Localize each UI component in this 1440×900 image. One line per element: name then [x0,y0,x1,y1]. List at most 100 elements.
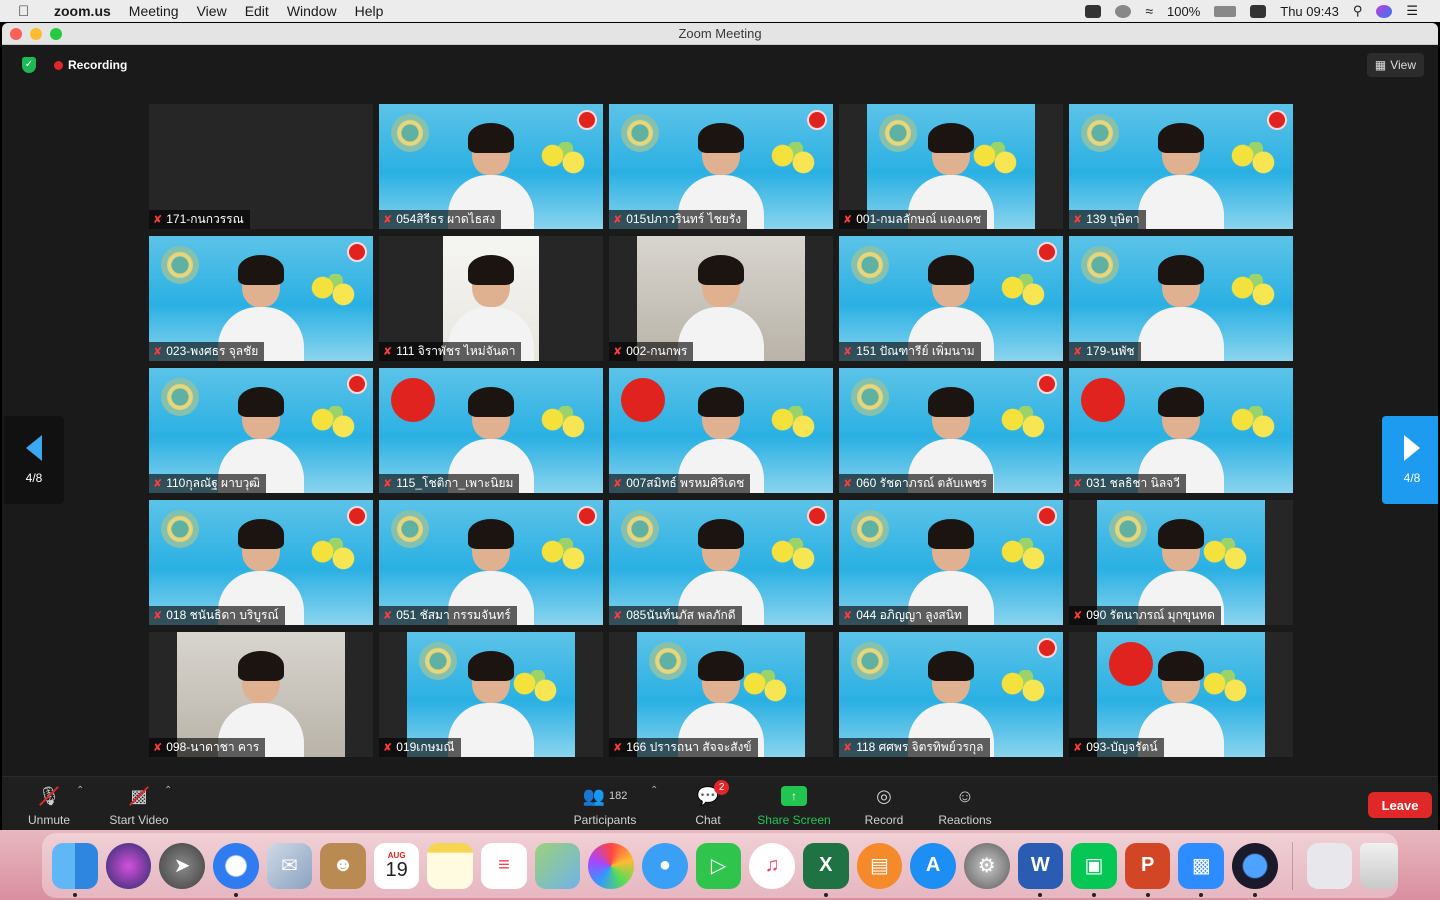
menu-help[interactable]: Help [355,3,384,19]
participant-tile[interactable]: ✘ 054สิรีธร ผาดไธสง [379,104,603,229]
menu-view[interactable]: View [197,3,227,19]
participant-tile[interactable]: ✘ 015ปภาวรินทร์ ไชยรัง [609,104,833,229]
downloads-icon[interactable] [1306,842,1353,889]
trash-icon[interactable] [1360,842,1399,889]
reminders-icon[interactable]: ≡ [481,842,527,889]
photos-icon[interactable] [588,842,635,889]
muted-microphone-icon: 🎙 [38,783,60,809]
menu-app-zoom[interactable]: zoom.us [54,3,111,19]
video-off-icon: ▩ [129,783,149,809]
safari-icon[interactable] [212,842,259,897]
muted-mic-icon: ✘ [1073,214,1083,226]
powerpoint-icon[interactable]: P [1124,842,1171,897]
participant-tile[interactable]: ✘ 007สมิทธ์ พรหมศิริเดช [609,368,833,493]
participant-tile[interactable]: ✘ 031 ชลธิชา นิลจวี [1069,368,1293,493]
finder-icon[interactable] [52,842,98,897]
siri-icon[interactable] [105,842,152,889]
gallery-view: ✘ 171-กนกวรรณ ✘ 054สิรีธร ผาดไธสง ✘ 015ปภาวริ… [149,104,1295,764]
participant-tile[interactable]: ✘ 111 จิราพัชร ไหม่จันดา [379,236,603,361]
participants-options-caret-icon[interactable]: ⌃ [650,785,658,796]
muted-mic-icon: ✘ [843,610,853,622]
participant-tile[interactable]: ✘ 118 ศศพร จิตรทิพย์วรกุล [839,632,1063,757]
participant-tile[interactable]: ✘ 051 ชัสมา กรรมจันทร์ [379,500,603,625]
participant-tile[interactable]: ✘ 166 ปรารถนา สัจจะสังข์ [609,632,833,757]
audio-options-caret-icon[interactable]: ⌃ [76,785,84,796]
start-video-label: Start Video [109,813,169,827]
flower-decoration [997,406,1049,440]
participant-tile[interactable]: ✘ 044 อภิญญา ลูงสนิท [839,500,1063,625]
previous-page-button[interactable]: 4/8 [4,416,64,504]
spotlight-search-icon[interactable]: ⚲ [1353,3,1363,19]
input-source-icon[interactable] [1250,4,1267,18]
menu-clock[interactable]: Thu 09:43 [1280,4,1339,19]
leave-button[interactable]: Leave [1368,792,1432,818]
control-center-icon[interactable]: ☰ [1406,3,1418,19]
settings-icon[interactable]: ⚙ [963,842,1010,889]
menu-edit[interactable]: Edit [245,3,269,19]
flower-decoration [537,142,589,176]
participant-tile[interactable]: ✘ 139 บุษิตา [1069,104,1293,229]
wifi-icon[interactable]: ≈ [1145,3,1153,19]
record-button[interactable]: ◎ Record [862,783,906,828]
battery-label: 100% [1167,3,1201,19]
chat-button[interactable]: 💬 2 Chat [690,780,730,827]
participant-tile[interactable]: ✘ 151 ปัณฑารีย์ เพิ่มนาม [839,236,1063,361]
quicktime-icon[interactable] [1232,842,1278,897]
participant-tile[interactable]: ✘ 115_โชติกา_เพาะนิยม [379,368,603,493]
battery-icon[interactable] [1214,5,1237,17]
view-button[interactable]: ▦ View [1366,53,1424,77]
muted-mic-icon: ✘ [383,478,393,490]
video-options-caret-icon[interactable]: ⌃ [164,785,172,796]
participant-tile[interactable]: ✘ 093-บัญจรัตน์ [1069,632,1293,757]
participant-name-label: ✘ 139 บุษิตา [1069,210,1146,229]
participant-tile[interactable]: ✘ 171-กนกวรรณ [149,104,373,229]
contacts-icon[interactable]: ☻ [320,842,366,889]
next-page-button[interactable]: 4/8 [1382,416,1438,504]
participant-tile[interactable]: ✘ 023-พงศธร จุลชัย [149,236,373,361]
facetime-icon[interactable]: ▷ [695,842,742,889]
menu-window[interactable]: Window [287,3,337,19]
participant-tile[interactable]: ✘ 090 รัตนาภรณ์ มุกขุนทด [1069,500,1293,625]
participant-tile[interactable]: ✘ 110กุลณัฐ ผาบวุฒิ [149,368,373,493]
participant-tile[interactable]: ✘ 098-นาดาชา คาร [149,632,373,757]
recording-indicator[interactable]: Recording [54,58,127,72]
participant-name: 139 บุษิตา [1086,212,1140,226]
participant-tile[interactable]: ✘ 179-นพัช [1069,236,1293,361]
participants-button[interactable]: 👥 182 Participants [568,783,642,828]
share-screen-button[interactable]: ↑ Share Screen [756,783,832,827]
books-icon[interactable]: ▤ [856,842,903,889]
unmute-button[interactable]: 🎙 Unmute [24,783,74,828]
reactions-button[interactable]: ☺ Reactions [936,783,994,828]
participant-tile[interactable]: ✘ 019เกษมณี [379,632,603,757]
participant-name: 060 รัชดาภรณ์ ตลับเพชร [856,476,987,490]
line-status-icon[interactable] [1115,4,1132,18]
zoom-status-icon[interactable] [1085,4,1102,18]
notes-icon[interactable] [427,842,474,889]
mail-icon[interactable]: ✉ [266,842,313,889]
launchpad-icon[interactable]: ➤ [159,842,205,889]
security-shield-icon[interactable]: ✓ [22,57,36,73]
university-seal-icon [391,114,429,152]
maps-icon[interactable] [534,842,581,889]
messages-icon[interactable]: ● [642,842,688,889]
participants-icon-row: 👥 182 [583,783,628,809]
participant-tile[interactable]: ✘ 001-กมลลักษณ์ แดงเดช [839,104,1063,229]
zoom-icon[interactable]: ▩ [1178,842,1225,897]
word-icon[interactable]: W [1017,842,1064,897]
menu-meeting[interactable]: Meeting [129,3,179,19]
app-store-icon[interactable]: A [910,842,956,889]
participant-tile[interactable]: ✘ 018 ชนันธิดา บริบูรณ์ [149,500,373,625]
participant-name: 090 รัตนาภรณ์ มุกขุนทด [1086,608,1215,622]
line-icon[interactable]: ▣ [1071,842,1117,897]
participant-tile[interactable]: ✘ 002-กนกพร [609,236,833,361]
calendar-icon[interactable]: AUG 19 [373,842,420,889]
participant-name: 051 ชัสมา กรรมจันทร์ [396,608,511,622]
muted-mic-icon: ✘ [153,214,163,226]
excel-icon[interactable]: X [802,842,849,897]
participant-video-person [448,649,534,757]
music-icon[interactable]: ♫ [749,842,795,889]
participant-tile[interactable]: ✘ 060 รัชดาภรณ์ ตลับเพชร [839,368,1063,493]
siri-menu-icon[interactable] [1376,4,1393,18]
participant-tile[interactable]: ✘ 085นันท์นภัส พลภักดี [609,500,833,625]
apple-icon[interactable]:  [18,3,40,20]
